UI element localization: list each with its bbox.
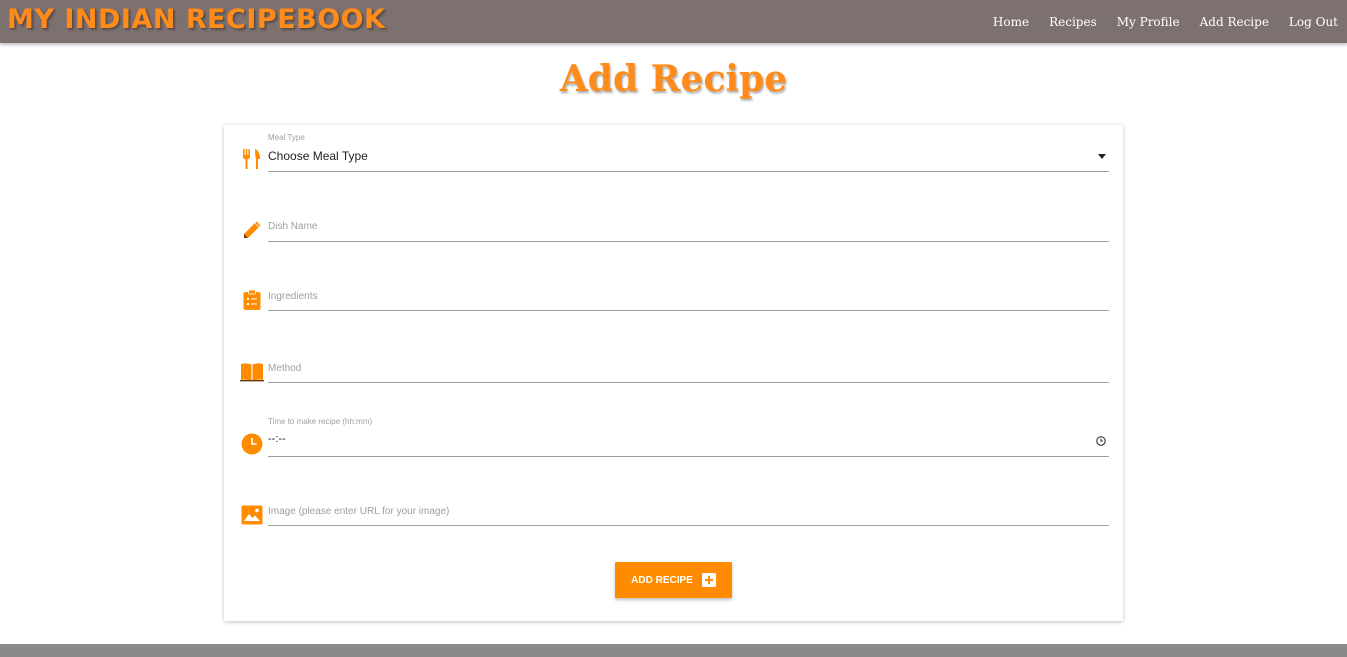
cutlery-icon <box>240 147 264 171</box>
page-title: Add Recipe <box>559 58 788 100</box>
nav-link-my-profile[interactable]: My Profile <box>1117 15 1180 29</box>
meal-type-field[interactable]: Meal Type Choose Meal Type <box>240 133 1109 173</box>
add-recipe-button-label: ADD RECIPE <box>631 574 693 586</box>
dish-name-input[interactable]: Dish Name <box>268 221 317 232</box>
meal-type-label: Meal Type <box>268 133 305 142</box>
meal-type-underline <box>268 171 1109 172</box>
brand-logo[interactable]: MY INDIAN RECIPEBOOK <box>7 4 386 35</box>
caret-down-icon[interactable] <box>1097 151 1107 161</box>
nav-link-home[interactable]: Home <box>993 15 1029 29</box>
dish-name-field[interactable]: Dish Name <box>240 215 1109 245</box>
time-field[interactable]: Time to make recipe (hh:mm) --:-- <box>240 417 1109 457</box>
dish-name-underline <box>268 241 1109 242</box>
pencil-icon <box>240 218 264 242</box>
image-url-input[interactable]: Image (please enter URL for your image) <box>268 506 449 517</box>
add-recipe-button[interactable]: ADD RECIPE <box>615 562 732 598</box>
ingredients-field[interactable]: Ingredients <box>240 285 1109 315</box>
plus-box-icon <box>701 573 716 587</box>
image-field[interactable]: Image (please enter URL for your image) <box>240 500 1109 530</box>
method-input[interactable]: Method <box>268 363 301 374</box>
add-recipe-form-card: Meal Type Choose Meal Type Dish Name Ing… <box>224 125 1123 621</box>
nav-link-add-recipe[interactable]: Add Recipe <box>1200 15 1269 29</box>
small-clock-icon[interactable] <box>1095 435 1107 447</box>
method-underline <box>268 382 1109 383</box>
time-input[interactable]: --:-- <box>268 433 286 445</box>
nav-link-recipes[interactable]: Recipes <box>1049 15 1097 29</box>
nav-links: Home Recipes My Profile Add Recipe Log O… <box>973 0 1338 43</box>
ingredients-underline <box>268 310 1109 311</box>
image-underline <box>268 525 1109 526</box>
clock-icon <box>240 432 264 456</box>
navbar: MY INDIAN RECIPEBOOK Home Recipes My Pro… <box>0 0 1347 43</box>
time-label: Time to make recipe (hh:mm) <box>268 417 373 426</box>
time-underline <box>268 456 1109 457</box>
ingredients-input[interactable]: Ingredients <box>268 291 317 302</box>
meal-type-select[interactable]: Choose Meal Type <box>268 149 368 163</box>
clipboard-list-icon <box>240 288 264 312</box>
image-icon <box>240 503 264 527</box>
nav-link-log-out[interactable]: Log Out <box>1289 15 1338 29</box>
book-icon <box>240 360 264 384</box>
footer <box>0 644 1347 657</box>
method-field[interactable]: Method <box>240 357 1109 387</box>
